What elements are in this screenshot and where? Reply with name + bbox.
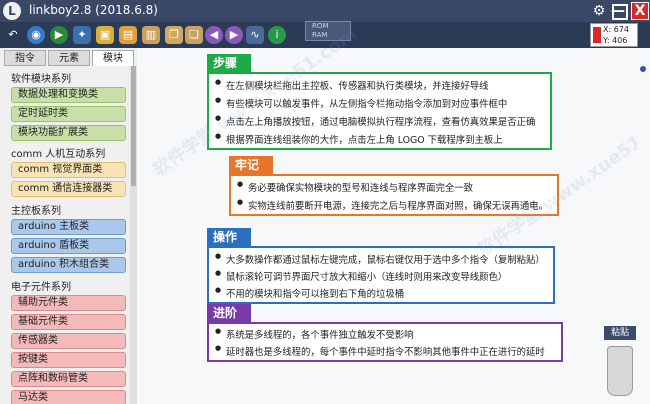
section-title: 牢记 (229, 156, 273, 174)
play-button[interactable]: ▶ (50, 26, 68, 44)
toolbar: ↶ ◉ ▶ ✦ ▣ ▤ ▥ ❐ ❏ ◀ ▶ ∿ i (0, 22, 300, 48)
canvas-scroll-marker[interactable] (640, 66, 646, 72)
module-item[interactable]: 辅助元件类 (11, 295, 126, 311)
module-item[interactable]: 定时延时类 (11, 106, 126, 122)
coordinate-readout: X: 674 Y: 406 (590, 23, 638, 47)
module-item[interactable]: 数据处理和变换类 (11, 87, 126, 103)
workspace-canvas[interactable]: 步骤 在左侧模块栏拖出主控板、传感器和执行类模块，并连接好导线 有些模块可以触发… (137, 24, 650, 404)
open-file-icon[interactable]: ▤ (119, 26, 137, 44)
app-logo-icon[interactable]: L (3, 2, 21, 20)
steps-line: 根据界面连线组装你的大作，点击左上角 LOGO 下载程序到主板上 (215, 132, 503, 146)
tools-icon[interactable]: ⚙ (590, 2, 608, 20)
sidebar-tabs: 指令 元素 模块 (0, 48, 137, 66)
module-item[interactable]: comm 视觉界面类 (11, 162, 126, 178)
module-item[interactable]: comm 通信连接器类 (11, 181, 126, 197)
remember-line: 实物连线前要断开电源，连接完之后与程序界面对照，确保无误再通电。 (237, 198, 548, 212)
module-item[interactable]: arduino 盾板类 (11, 238, 126, 254)
module-item[interactable]: 按键类 (11, 352, 126, 368)
undo-icon[interactable]: ↶ (4, 26, 22, 44)
trash-bin[interactable]: 粘贴 (604, 326, 636, 404)
copy-icon[interactable]: ❐ (165, 26, 183, 44)
section-box: 务必要确保实物模块的型号和连线与程序界面完全一致 实物连线前要断开电源，连接完之… (229, 174, 559, 216)
canvas-scrollbar[interactable] (637, 48, 650, 404)
section-title: 进阶 (207, 304, 251, 322)
module-list: 软件模块系列 数据处理和变换类 定时延时类 模块功能扩展类 comm 人机互动系… (0, 66, 130, 404)
window-title: linkboy2.8 (2018.6.8) (29, 3, 158, 17)
forward-arrow-icon[interactable]: ▶ (225, 26, 243, 44)
close-button[interactable]: X (631, 2, 649, 20)
category-mainboard: 主控板系列 (11, 206, 61, 217)
info-icon[interactable]: i (268, 26, 286, 44)
document-icon[interactable]: ▥ (142, 26, 160, 44)
section-box: 系统是多线程的，各个事件独立触发不受影响 延时器也是多线程的，每个事件中延时指令… (207, 322, 563, 362)
trash-icon[interactable] (607, 346, 633, 396)
module-item[interactable]: 马达类 (11, 390, 126, 404)
title-bar: L linkboy2.8 (2018.6.8) ⚙ — X (0, 0, 650, 22)
coord-x: X: 674 (603, 25, 629, 34)
module-item[interactable]: 传感器类 (11, 333, 126, 349)
module-item[interactable]: arduino 主板类 (11, 219, 126, 235)
operation-line: 不用的模块和指令可以拖到右下角的垃圾桶 (215, 286, 404, 300)
chrome-icon[interactable]: ◉ (27, 26, 45, 44)
paste-icon[interactable]: ❏ (185, 26, 203, 44)
tab-instructions[interactable]: 指令 (4, 50, 46, 66)
module-item[interactable]: 模块功能扩展类 (11, 125, 126, 141)
waveform-icon[interactable]: ∿ (246, 26, 264, 44)
module-item[interactable]: 点阵和数码管类 (11, 371, 126, 387)
module-item[interactable]: arduino 积木组合类 (11, 257, 126, 273)
back-arrow-icon[interactable]: ◀ (205, 26, 223, 44)
remember-line: 务必要确保实物模块的型号和连线与程序界面完全一致 (237, 180, 473, 194)
advanced-line: 延时器也是多线程的，每个事件中延时指令不影响其他事件中正在进行的延时 (215, 344, 545, 358)
sidebar-scroll-thumb[interactable] (131, 66, 136, 186)
sidebar: 指令 元素 模块 软件模块系列 数据处理和变换类 定时延时类 模块功能扩展类 c… (0, 48, 137, 404)
tab-modules[interactable]: 模块 (92, 50, 134, 66)
section-title: 操作 (207, 228, 251, 246)
maximize-button-frame[interactable] (612, 4, 628, 20)
trash-label: 粘贴 (604, 326, 636, 340)
coordinate-marker-icon (593, 27, 601, 43)
save-icon[interactable]: ▣ (96, 26, 114, 44)
sidebar-scrollbar[interactable] (130, 66, 137, 404)
category-software: 软件模块系列 (11, 74, 71, 85)
section-box: 大多数操作都通过鼠标左键完成，鼠标右键仅用于选中多个指令（复制粘贴） 鼠标滚轮可… (207, 246, 555, 304)
python-icon[interactable]: ✦ (73, 26, 91, 44)
coord-y: Y: 406 (603, 36, 628, 45)
tab-elements[interactable]: 元素 (48, 50, 90, 66)
module-item[interactable]: 基础元件类 (11, 314, 126, 330)
section-title: 步骤 (207, 54, 251, 72)
advanced-line: 系统是多线程的，各个事件独立触发不受影响 (215, 327, 414, 341)
category-electronics: 电子元件系列 (11, 282, 71, 293)
category-comm: comm 人机互动系列 (11, 149, 106, 160)
operation-line: 鼠标滚轮可调节界面尺寸放大和缩小（连线时则用来改变导线颜色） (215, 269, 507, 283)
steps-line: 点击左上角播放按钮，通过电脑模拟执行程序流程，查看仿真效果是否正确 (215, 114, 535, 128)
